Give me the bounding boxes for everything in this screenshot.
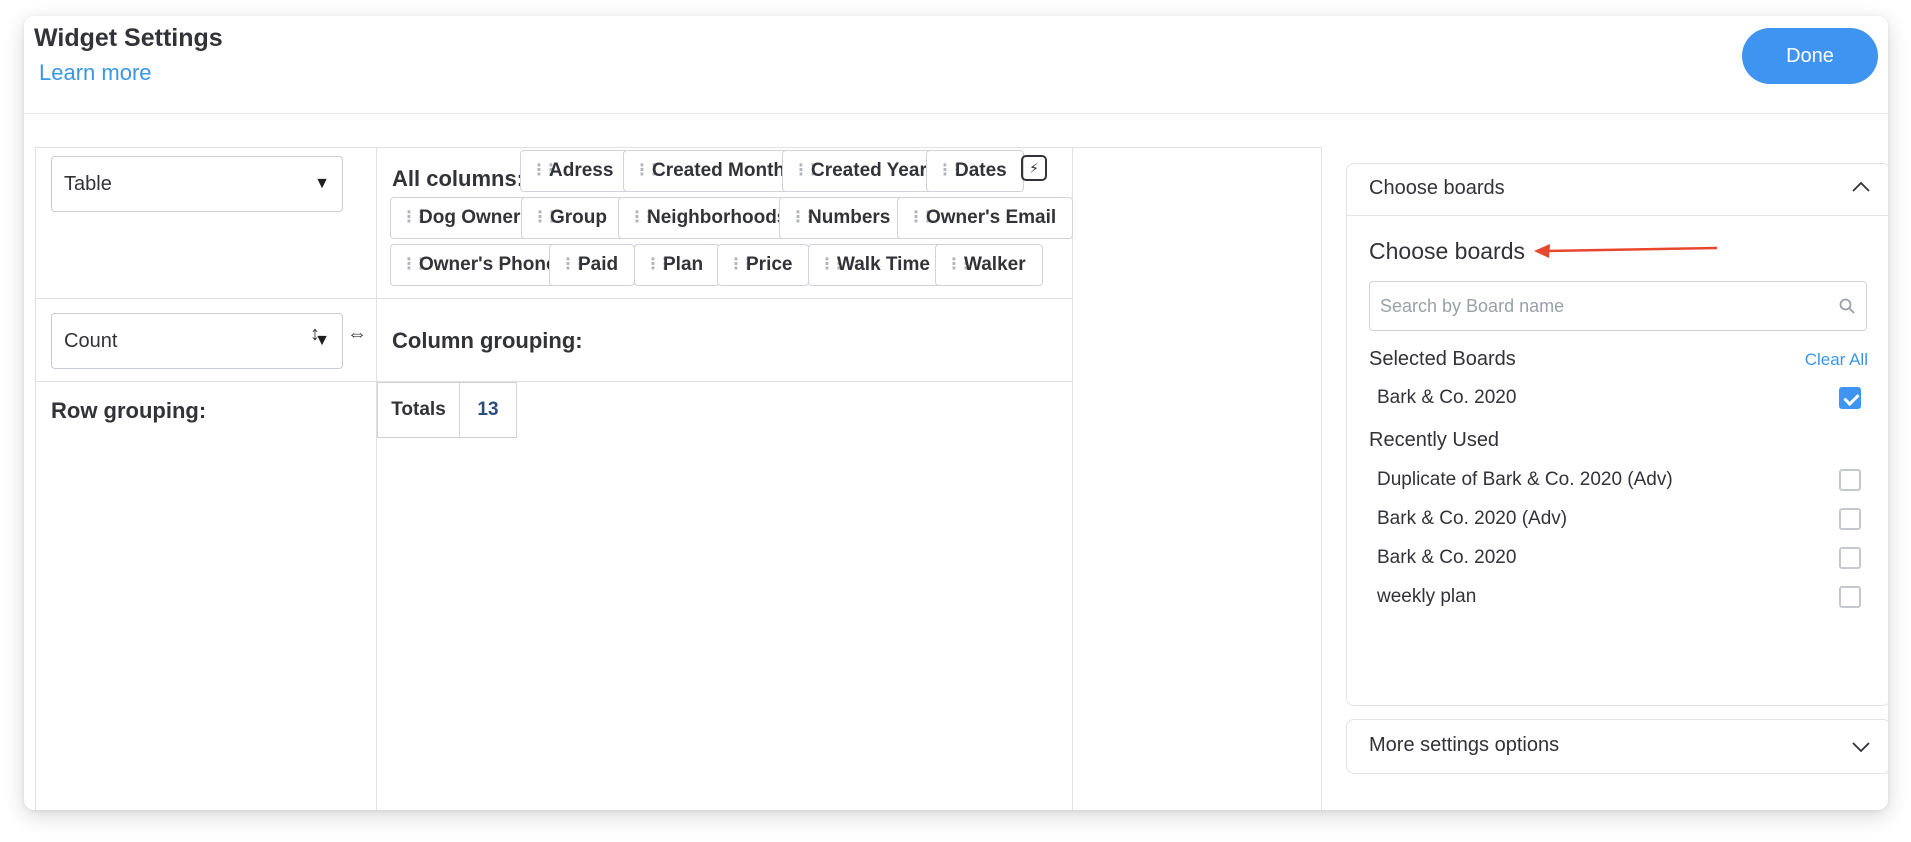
board-name: Duplicate of Bark & Co. 2020 (Adv) — [1377, 469, 1673, 490]
grid-divider — [36, 298, 1072, 299]
caret-down-icon: ▼ — [314, 175, 330, 192]
all-columns-label: All columns: — [392, 166, 525, 191]
board-checkbox[interactable] — [1839, 547, 1861, 569]
grid-divider — [36, 381, 1072, 382]
settings-grid: Table ▼ Count ▼ ↕ ⇔ Row grouping: All co… — [35, 147, 1322, 810]
selected-board-row[interactable]: Bark & Co. 2020 — [1377, 382, 1869, 414]
board-name: Bark & Co. 2020 (Adv) — [1377, 508, 1568, 529]
drag-handle-icon — [793, 168, 801, 174]
widget-settings-dialog: Widget Settings Learn more Done Table ▼ … — [24, 16, 1888, 810]
recently-used-label: Recently Used — [1369, 429, 1500, 451]
column-chip[interactable]: Dog Owner — [390, 197, 538, 239]
row-grouping-label: Row grouping: — [51, 398, 207, 423]
column-chip-label: Owner's Phone — [419, 254, 557, 275]
grid-divider — [376, 148, 377, 810]
column-chip[interactable]: Plan — [634, 244, 721, 286]
column-chip[interactable]: Created Year — [782, 150, 944, 192]
column-chip[interactable]: Dates — [926, 150, 1024, 192]
column-chip-label: Price — [746, 254, 793, 275]
grid-divider — [1072, 148, 1073, 810]
annotation-arrow-icon — [1534, 244, 1718, 258]
board-checkbox[interactable] — [1839, 586, 1861, 608]
more-settings-label: More settings options — [1369, 734, 1560, 756]
drag-handle-icon — [946, 262, 954, 268]
drag-handle-icon — [645, 262, 653, 268]
choose-boards-header-label: Choose boards — [1369, 177, 1505, 199]
clear-all-link[interactable]: Clear All — [1805, 350, 1868, 370]
more-settings-panel[interactable]: More settings options — [1346, 719, 1888, 774]
column-chip[interactable]: Price — [717, 244, 810, 286]
column-chip-label: Dog Owner — [419, 207, 521, 228]
learn-more-link[interactable]: Learn more — [39, 60, 152, 86]
choose-boards-heading: Choose boards — [1369, 238, 1525, 264]
column-chip-label: Owner's Email — [926, 207, 1057, 228]
board-name: weekly plan — [1377, 586, 1477, 607]
function-select[interactable]: Count ▼ — [51, 313, 343, 369]
column-chip-label: Group — [550, 207, 607, 228]
column-chip-label: Neighborhoods — [647, 207, 788, 228]
column-chip[interactable]: Paid — [549, 244, 636, 286]
done-button[interactable]: Done — [1742, 28, 1878, 84]
drag-handle-icon — [908, 215, 916, 221]
function-value: Count — [64, 329, 118, 352]
column-chip[interactable]: Neighborhoods — [618, 197, 805, 239]
column-chip-label: Adress — [549, 160, 614, 181]
drag-handle-icon — [560, 262, 568, 268]
chevron-up-icon[interactable] — [1852, 178, 1870, 196]
board-name: Bark & Co. 2020 — [1377, 547, 1517, 568]
board-search-input[interactable] — [1380, 282, 1820, 330]
board-name: Bark & Co. 2020 — [1377, 387, 1517, 408]
column-chip[interactable]: Numbers — [779, 197, 908, 239]
chevron-down-icon[interactable] — [1852, 738, 1870, 756]
selected-boards-label: Selected Boards — [1369, 348, 1516, 370]
search-icon — [1839, 298, 1855, 314]
column-chip-label: Created Year — [811, 160, 927, 181]
totals-label-cell: Totals — [377, 382, 460, 438]
column-chip[interactable]: Adress — [520, 150, 631, 192]
drag-handle-icon — [937, 168, 945, 174]
drag-handle-icon — [629, 215, 637, 221]
recent-board-row[interactable]: Bark & Co. 2020 — [1377, 542, 1869, 574]
column-chip-label: Walker — [964, 254, 1026, 275]
column-chip-label: Dates — [955, 160, 1007, 181]
recent-board-row[interactable]: weekly plan — [1377, 581, 1869, 613]
column-chip-label: Numbers — [808, 207, 891, 228]
drag-handle-icon — [401, 215, 409, 221]
board-search-field[interactable] — [1369, 281, 1867, 331]
dialog-header: Widget Settings Learn more Done — [24, 16, 1888, 114]
column-chip[interactable]: Walker — [935, 244, 1043, 286]
choose-boards-header[interactable]: Choose boards — [1347, 164, 1888, 216]
column-grouping-label: Column grouping: — [392, 328, 583, 353]
column-chip-label: Paid — [578, 254, 619, 275]
drag-handle-icon — [532, 215, 540, 221]
board-checkbox[interactable] — [1839, 508, 1861, 530]
dialog-title: Widget Settings — [34, 24, 223, 52]
resize-vertical-icon[interactable]: ↕ — [301, 320, 329, 348]
column-chip-label: Created Month — [652, 160, 785, 181]
recent-board-row[interactable]: Bark & Co. 2020 (Adv) — [1377, 503, 1869, 535]
recent-board-row[interactable]: Duplicate of Bark & Co. 2020 (Adv) — [1377, 464, 1869, 496]
board-checkbox[interactable] — [1839, 469, 1861, 491]
column-chip[interactable]: Created Month — [623, 150, 802, 192]
resize-horizontal-icon[interactable]: ⇔ — [343, 320, 371, 348]
drag-handle-icon — [819, 262, 827, 268]
drag-handle-icon — [531, 168, 539, 174]
board-checkbox[interactable] — [1839, 387, 1861, 409]
column-chip[interactable]: Group — [521, 197, 624, 239]
view-type-value: Table — [64, 172, 112, 195]
column-chip[interactable]: Owner's Email — [897, 197, 1074, 239]
drag-handle-icon — [728, 262, 736, 268]
column-chip[interactable]: Owner's Phone — [390, 244, 574, 286]
drag-handle-icon — [634, 168, 642, 174]
column-chip[interactable]: Walk Time — [808, 244, 947, 286]
drag-handle-icon — [790, 215, 798, 221]
drag-handle-icon — [401, 262, 409, 268]
lightning-bolt-icon[interactable]: ⚡ — [1021, 155, 1047, 181]
totals-value-cell: 13 — [459, 382, 517, 438]
column-chip-label: Walk Time — [837, 254, 930, 275]
view-type-select[interactable]: Table ▼ — [51, 156, 343, 212]
column-chip-label: Plan — [663, 254, 704, 275]
